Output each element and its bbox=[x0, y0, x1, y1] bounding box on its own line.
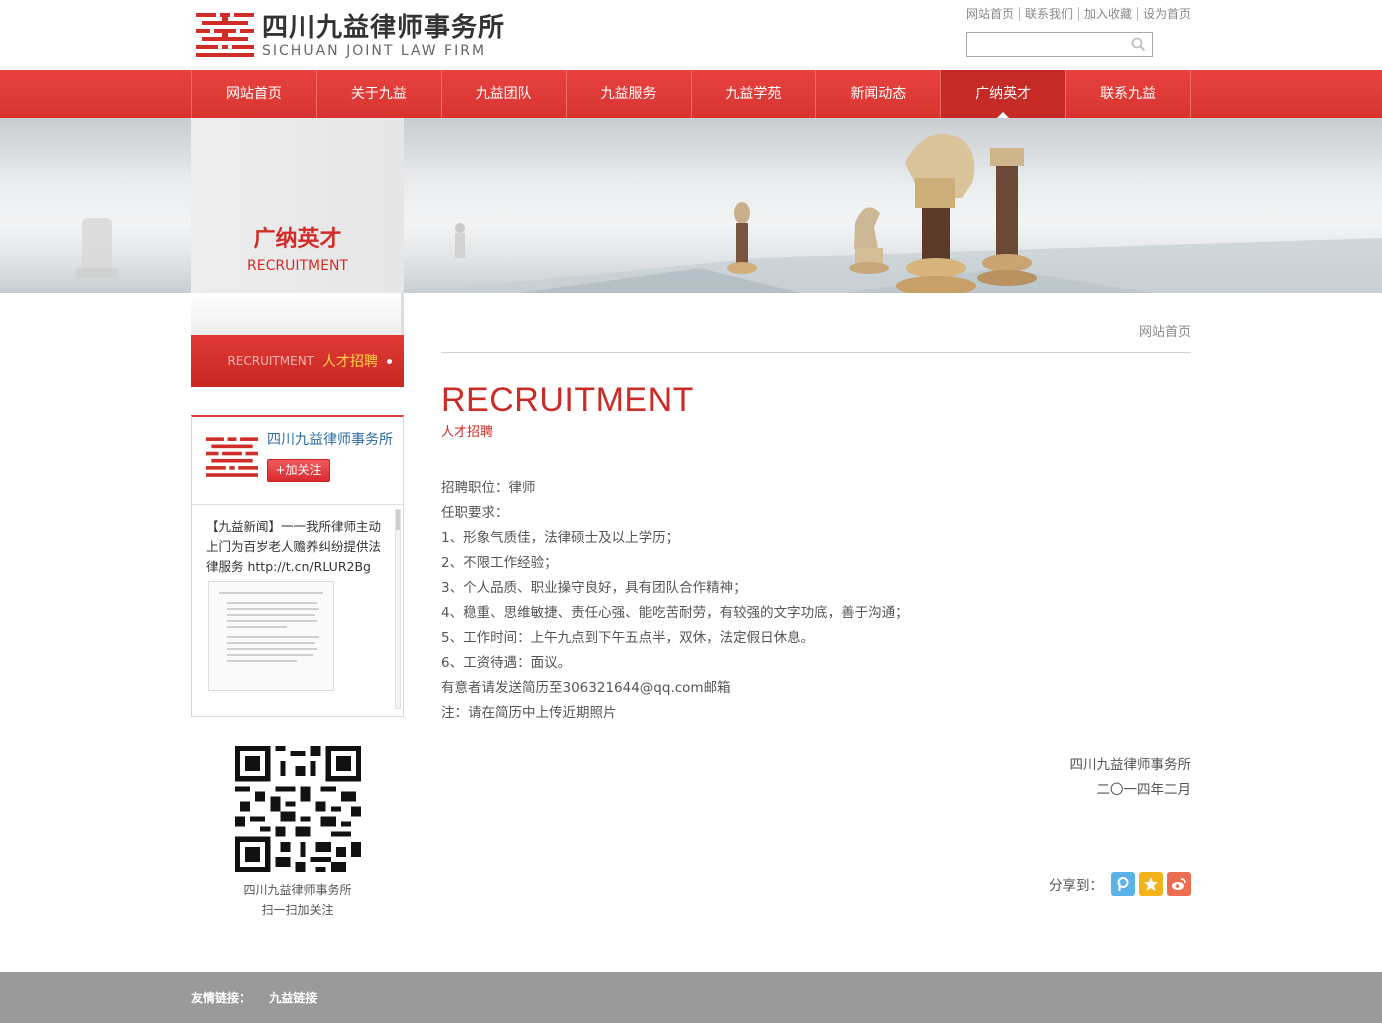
breadcrumb[interactable]: 网站首页 bbox=[1139, 321, 1191, 340]
recruitment-article: 招聘职位：律师 任职要求： 1、形象气质佳，法律硕士及以上学历； 2、不限工作经… bbox=[441, 476, 909, 726]
top-link-bookmark[interactable]: 加入收藏 bbox=[1077, 7, 1137, 21]
weibo-post-image[interactable] bbox=[208, 581, 334, 691]
nav-item-about[interactable]: 关于九益 bbox=[317, 70, 442, 118]
footer-links-label: 友情链接： bbox=[191, 991, 252, 1005]
article-signature: 四川九益律师事务所 二〇一四年二月 bbox=[1070, 753, 1192, 803]
footer-link-jiuyi[interactable]: 九益链接 bbox=[269, 991, 317, 1005]
site-header: 四川九益律师事务所 SICHUAN JOINT LAW FIRM 网站首页 联系… bbox=[191, 0, 1191, 70]
share-icon-favorite[interactable] bbox=[1139, 872, 1163, 896]
nav-item-academy[interactable]: 九益学苑 bbox=[692, 70, 817, 118]
top-link-set-homepage[interactable]: 设为首页 bbox=[1136, 7, 1191, 21]
article-line-req-2: 2、不限工作经验； bbox=[441, 555, 558, 571]
signature-date: 二〇一四年二月 bbox=[1096, 782, 1192, 798]
share-icon-weibo[interactable] bbox=[1167, 872, 1191, 896]
article-line-note: 注：请在简历中上传近期照片 bbox=[441, 705, 617, 721]
article-line-email: 有意者请发送简历至306321644@qq.com邮箱 bbox=[441, 680, 731, 696]
nav-item-news[interactable]: 新闻动态 bbox=[816, 70, 942, 118]
banner-title-cn: 广纳英才 bbox=[253, 227, 342, 252]
weibo-widget: 四川九益律师事务所 +加关注 【九益新闻】一一我所律师主动上门为百岁老人赡养纠纷… bbox=[191, 415, 404, 717]
nav-item-contact[interactable]: 联系九益 bbox=[1066, 70, 1191, 118]
share-label: 分享到： bbox=[1049, 878, 1103, 894]
sidebar-item-label-cn: 人才招聘 bbox=[322, 354, 378, 370]
nav-item-recruitment[interactable]: 广纳英才 bbox=[941, 70, 1067, 118]
site-footer: 友情链接： 九益链接 bbox=[0, 972, 1382, 1023]
page-banner: 广纳英才 RECRUITMENT bbox=[0, 118, 1382, 293]
main-nav: 网站首页 关于九益 九益团队 九益服务 九益学苑 新闻动态 广纳英才 联系九益 bbox=[191, 70, 1191, 118]
qr-code-block: 四川九益律师事务所 扫一扫加关注 bbox=[191, 746, 404, 920]
logo-chinese-name: 四川九益律师事务所 bbox=[262, 13, 506, 43]
page-subtitle: 人才招聘 bbox=[441, 425, 494, 440]
share-icon-qzone[interactable] bbox=[1111, 872, 1135, 896]
scrollbar-thumb[interactable] bbox=[396, 510, 400, 530]
sidebar-item-recruitment[interactable]: RECRUITMENT 人才招聘 bbox=[191, 335, 404, 387]
article-line-position: 招聘职位：律师 bbox=[441, 480, 536, 496]
qr-caption-scan: 扫一扫加关注 bbox=[261, 903, 334, 917]
weibo-header: 四川九益律师事务所 +加关注 bbox=[192, 417, 403, 505]
article-line-requirements: 任职要求： bbox=[441, 505, 509, 521]
logo-mark-icon bbox=[196, 13, 254, 57]
banner-title-en: RECRUITMENT bbox=[247, 258, 348, 274]
sidebar-spacer bbox=[191, 293, 404, 335]
document-thumbnail-icon bbox=[219, 592, 323, 662]
weibo-post-text: 【九益新闻】一一我所律师主动上门为百岁老人赡养纠纷提供法律服务 http://t… bbox=[206, 519, 382, 574]
weibo-account-name[interactable]: 四川九益律师事务所 bbox=[267, 429, 393, 449]
site-logo[interactable]: 四川九益律师事务所 SICHUAN JOINT LAW FIRM bbox=[196, 12, 505, 60]
top-links: 网站首页 联系我们 加入收藏 设为首页 bbox=[961, 7, 1191, 21]
share-bar: 分享到： bbox=[1049, 872, 1191, 896]
article-line-req-5: 5、工作时间：上午九点到下午五点半，双休，法定假日休息。 bbox=[441, 630, 815, 646]
article-line-req-3: 3、个人品质、职业操守良好，具有团队合作精神； bbox=[441, 580, 747, 596]
main-nav-bar: 网站首页 关于九益 九益团队 九益服务 九益学苑 新闻动态 广纳英才 联系九益 bbox=[0, 70, 1382, 118]
search-box bbox=[966, 32, 1153, 57]
page-title: RECRUITMENT bbox=[441, 381, 694, 419]
article-line-req-1: 1、形象气质佳，法律硕士及以上学历； bbox=[441, 530, 680, 546]
search-icon[interactable] bbox=[1131, 37, 1146, 52]
weibo-feed: 【九益新闻】一一我所律师主动上门为百岁老人赡养纠纷提供法律服务 http://t… bbox=[192, 505, 403, 715]
logo-english-name: SICHUAN JOINT LAW FIRM bbox=[262, 43, 487, 59]
sidebar-item-label-en: RECRUITMENT bbox=[227, 354, 314, 368]
breadcrumb-divider bbox=[441, 352, 1191, 353]
weibo-scrollbar[interactable] bbox=[395, 509, 401, 709]
qr-caption-org: 四川九益律师事务所 bbox=[243, 883, 352, 897]
avatar[interactable] bbox=[206, 433, 258, 483]
article-line-req-4: 4、稳重、思维敏捷、责任心强、能吃苦耐劳，有较强的文字功底，善于沟通； bbox=[441, 605, 909, 621]
bullet-dot-icon bbox=[387, 358, 392, 364]
qr-code-icon bbox=[234, 746, 361, 872]
nav-item-services[interactable]: 九益服务 bbox=[567, 70, 692, 118]
search-input[interactable] bbox=[967, 33, 1127, 56]
top-link-contact[interactable]: 联系我们 bbox=[1018, 7, 1078, 21]
nav-item-team[interactable]: 九益团队 bbox=[442, 70, 567, 118]
nav-item-home[interactable]: 网站首页 bbox=[192, 70, 317, 118]
signature-org: 四川九益律师事务所 bbox=[1069, 757, 1192, 773]
banner-title-block: 广纳英才 RECRUITMENT bbox=[191, 118, 404, 293]
sidebar: RECRUITMENT 人才招聘 四川九益律师事务所 +加关注 【九益新闻】一一… bbox=[191, 293, 404, 717]
top-link-home[interactable]: 网站首页 bbox=[961, 7, 1019, 21]
follow-button[interactable]: +加关注 bbox=[267, 459, 330, 482]
article-line-req-6: 6、工资待遇：面议。 bbox=[441, 655, 572, 671]
